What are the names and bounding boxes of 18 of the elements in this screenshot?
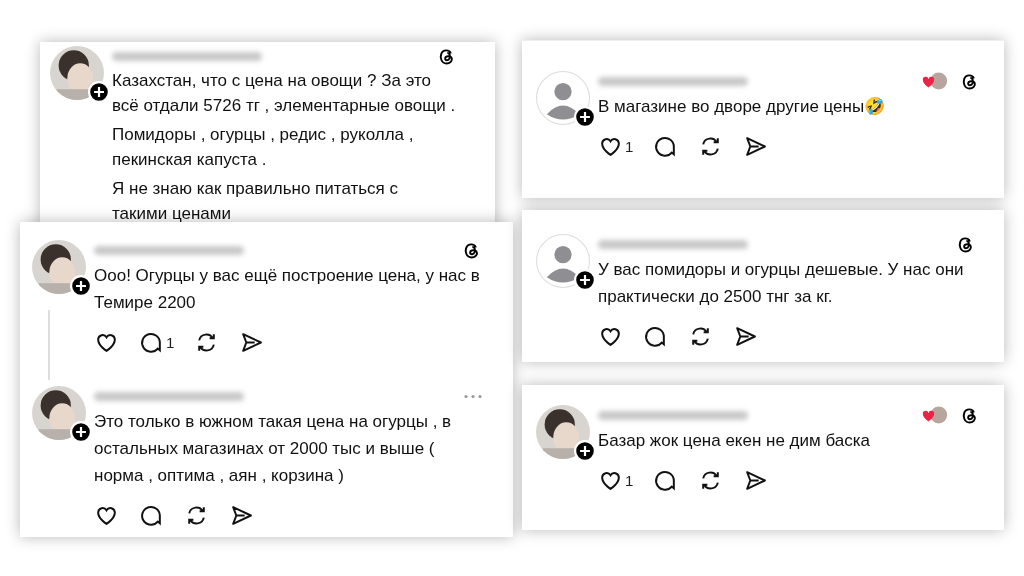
comment-text: Я не знаю как правильно питаться с такими ценами xyxy=(112,178,400,225)
comment-text: Казахстан, что с цена на овощи ? За это всё отдали 5726 тг , элементарные овощи . xyxy=(112,70,457,117)
reply-button[interactable]: 1 xyxy=(139,329,175,355)
like-button[interactable]: 1 xyxy=(598,467,634,493)
follow-icon[interactable] xyxy=(88,81,110,103)
comment-text: Помидоры , огурцы , редис , руколла , пекинская капуста . xyxy=(112,124,415,171)
comment-text: В магазине во дворе другие цены🤣 xyxy=(598,96,887,118)
comment-text: Базар жок цена екен не дим баска xyxy=(598,430,871,452)
more-icon[interactable] xyxy=(464,393,482,399)
follow-icon[interactable] xyxy=(70,421,92,443)
follow-icon[interactable] xyxy=(70,275,92,297)
comment-text: У вас помидоры и огурцы дешевые. У нас они практически до 2500 тнг за кг. xyxy=(598,259,965,308)
like-button[interactable]: 1 xyxy=(598,133,634,159)
comment-text: Это только в южном такая цена на огурцы , в остальных магазинах от 2000 тыс и выше ( норма , оптима , аян , корзина ) xyxy=(94,411,453,487)
follow-icon[interactable] xyxy=(574,269,596,291)
comment-text: Ооо! Огурцы у вас ещё построение цена, у нас в Темире 2200 xyxy=(94,265,481,314)
follow-icon[interactable] xyxy=(574,440,596,462)
follow-icon[interactable] xyxy=(574,106,596,128)
